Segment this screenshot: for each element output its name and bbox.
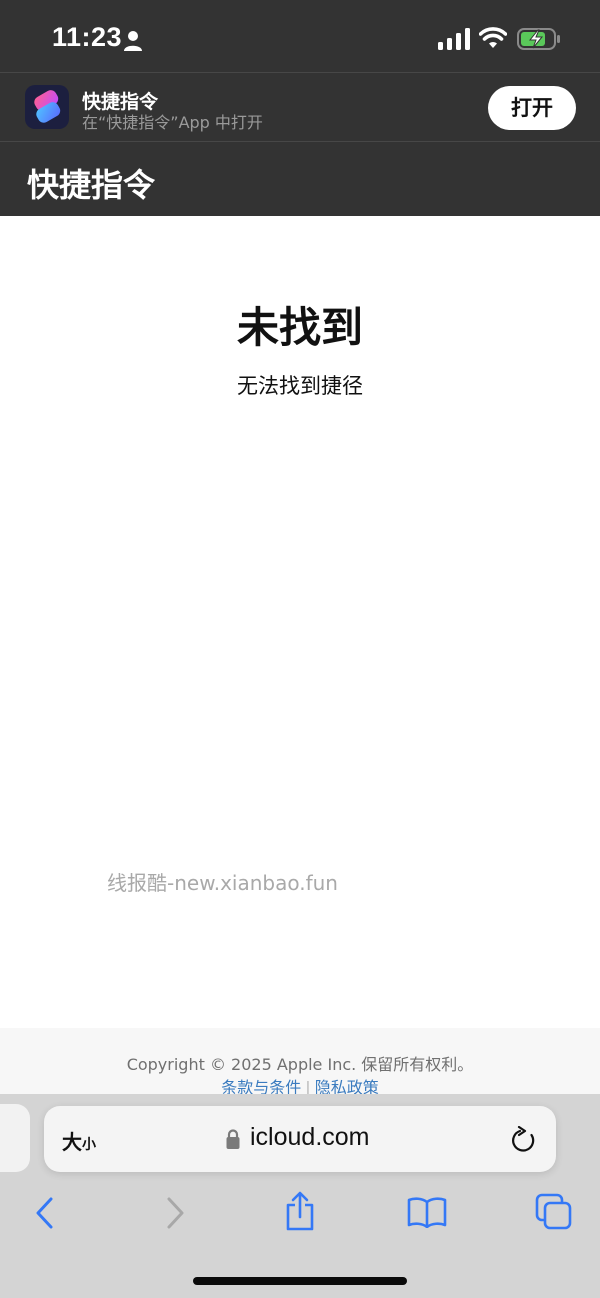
cellular-signal-icon: [438, 28, 470, 50]
address-bar[interactable]: 大小 icloud.com: [44, 1106, 556, 1172]
not-found-message: 无法找到捷径: [237, 374, 363, 398]
person-icon: [124, 31, 142, 51]
share-icon[interactable]: [284, 1190, 316, 1232]
watermark-text: 线报酷-new.xianbao.fun: [107, 871, 338, 895]
text-size-button[interactable]: 大小: [62, 1126, 96, 1155]
lock-icon: [226, 1129, 240, 1149]
banner-subtitle: 在“快捷指令”App 中打开: [82, 113, 263, 132]
open-app-button[interactable]: 打开: [488, 86, 576, 130]
page-header: 快捷指令: [0, 142, 600, 216]
tabs-icon[interactable]: [535, 1193, 573, 1231]
previous-tab-edge[interactable]: [0, 1104, 30, 1172]
page-footer: Copyright © 2025 Apple Inc. 保留所有权利。 条款与条…: [0, 1028, 600, 1098]
url-text: icloud.com: [250, 1123, 370, 1151]
status-time: 11:23: [52, 22, 123, 52]
bookmarks-icon[interactable]: [407, 1196, 447, 1228]
text-size-small-glyph: 小: [82, 1137, 96, 1153]
copyright-text: Copyright © 2025 Apple Inc. 保留所有权利。: [126, 1055, 474, 1074]
text-size-large-glyph: 大: [62, 1130, 82, 1154]
status-bar: 11:23: [0, 0, 600, 72]
page-title: 快捷指令: [27, 166, 156, 204]
reload-icon[interactable]: [511, 1126, 537, 1154]
forward-icon[interactable]: [163, 1196, 187, 1230]
smart-app-banner: 快捷指令 在“快捷指令”App 中打开 打开: [0, 72, 600, 142]
back-icon[interactable]: [33, 1196, 57, 1230]
home-indicator: [193, 1277, 407, 1285]
not-found-title: 未找到: [236, 303, 363, 352]
battery-charging-icon: [517, 28, 560, 50]
shortcuts-app-icon[interactable]: [25, 85, 69, 129]
wifi-icon: [479, 27, 507, 48]
